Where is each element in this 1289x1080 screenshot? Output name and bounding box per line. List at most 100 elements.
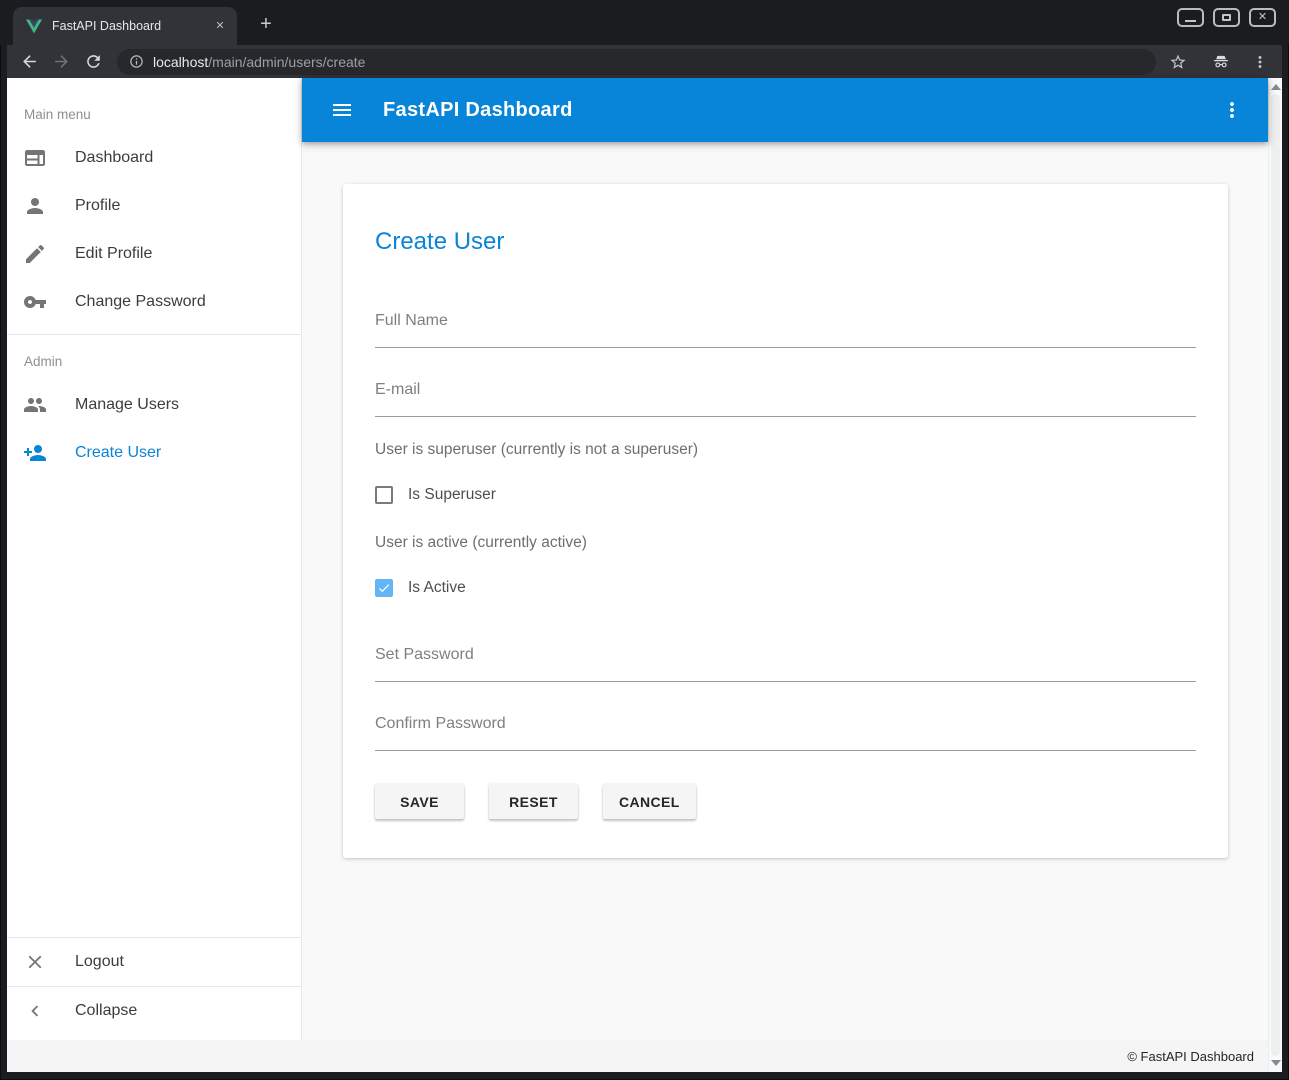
vue-favicon-icon — [26, 19, 42, 34]
reset-button[interactable]: RESET — [489, 784, 578, 819]
confirm-password-input[interactable] — [375, 715, 1196, 751]
site-info-icon[interactable] — [129, 54, 144, 69]
cancel-button[interactable]: CANCEL — [603, 784, 696, 819]
page-content: Create User User is superuser (currently… — [302, 142, 1268, 1040]
form-actions: SAVE RESET CANCEL — [375, 784, 1196, 819]
new-tab-button[interactable]: + — [253, 12, 279, 38]
is-superuser-checkbox-row[interactable]: Is Superuser — [375, 486, 1196, 504]
full-name-field — [375, 312, 1196, 348]
app-body: Main menu Dashboard Profile — [7, 78, 1268, 1040]
sidebar-item-collapse[interactable]: Collapse — [7, 987, 301, 1035]
reload-button[interactable] — [80, 49, 106, 75]
star-icon — [1169, 53, 1187, 71]
superuser-hint: User is superuser (currently is not a su… — [375, 441, 1196, 459]
sidebar-item-dashboard[interactable]: Dashboard — [7, 134, 301, 182]
key-icon — [23, 290, 47, 314]
forward-button[interactable] — [48, 49, 74, 75]
chevron-left-icon — [24, 1000, 46, 1022]
url-path: /main/admin/users/create — [208, 54, 365, 70]
email-field — [375, 381, 1196, 417]
url-bar[interactable]: localhost/main/admin/users/create — [117, 49, 1156, 75]
is-superuser-checkbox[interactable] — [375, 486, 393, 504]
sidebar-item-label: Logout — [75, 953, 124, 971]
appbar-menu-button[interactable] — [1220, 98, 1244, 122]
sidebar-item-label: Change Password — [75, 293, 206, 311]
sidebar-item-label: Create User — [75, 444, 161, 462]
person-add-icon — [23, 441, 47, 465]
pencil-icon — [23, 242, 47, 266]
browser-window: FastAPI Dashboard ✕ + ✕ localhost/main/a… — [0, 0, 1289, 1080]
person-icon — [23, 194, 47, 218]
sidebar-item-logout[interactable]: Logout — [7, 938, 301, 986]
save-button[interactable]: SAVE — [375, 784, 464, 819]
sidebar-item-profile[interactable]: Profile — [7, 182, 301, 230]
is-active-checkbox-row[interactable]: Is Active — [375, 579, 1196, 597]
sidebar: Main menu Dashboard Profile — [7, 78, 302, 1040]
maximize-button[interactable] — [1213, 8, 1240, 27]
check-icon — [377, 580, 391, 596]
active-hint: User is active (currently active) — [375, 534, 1196, 552]
confirm-password-field — [375, 715, 1196, 751]
tab-close-icon[interactable]: ✕ — [211, 17, 229, 35]
sidebar-item-label: Dashboard — [75, 149, 153, 167]
page-title: Create User — [375, 228, 1196, 256]
maximize-icon — [1222, 14, 1231, 21]
browser-tab[interactable]: FastAPI Dashboard ✕ — [13, 7, 237, 45]
sidebar-item-change-password[interactable]: Change Password — [7, 278, 301, 326]
email-input[interactable] — [375, 381, 1196, 417]
is-active-label: Is Active — [408, 579, 466, 597]
footer-copyright: © FastAPI Dashboard — [1127, 1049, 1254, 1064]
close-icon — [24, 951, 46, 973]
browser-toolbar: localhost/main/admin/users/create — [7, 45, 1282, 78]
hamburger-menu-button[interactable] — [330, 98, 354, 122]
scrollbar-up-arrow-icon[interactable] — [1271, 84, 1281, 90]
toolbar-actions — [1162, 49, 1276, 75]
forward-arrow-icon — [52, 52, 71, 71]
minimize-button[interactable] — [1177, 8, 1204, 27]
browser-menu-button[interactable] — [1247, 49, 1273, 75]
page-scrollbar[interactable] — [1268, 78, 1282, 1072]
set-password-field — [375, 646, 1196, 682]
dots-vertical-icon — [1251, 53, 1269, 71]
create-user-card: Create User User is superuser (currently… — [343, 184, 1228, 858]
group-icon — [23, 393, 47, 417]
sidebar-section-admin: Admin — [7, 341, 301, 381]
scrollbar-down-arrow-icon[interactable] — [1271, 1060, 1281, 1066]
scrollbar-thumb[interactable] — [1271, 94, 1280, 1056]
url-text: localhost/main/admin/users/create — [153, 54, 365, 70]
sidebar-bottom: Logout Collapse — [7, 937, 301, 1040]
sidebar-item-edit-profile[interactable]: Edit Profile — [7, 230, 301, 278]
reload-icon — [84, 52, 103, 71]
minimize-icon — [1185, 20, 1196, 22]
back-arrow-icon — [20, 52, 39, 71]
main-area: FastAPI Dashboard Create User — [302, 78, 1268, 1040]
browser-titlebar: FastAPI Dashboard ✕ + ✕ — [0, 0, 1289, 45]
sidebar-item-label: Edit Profile — [75, 245, 152, 263]
sidebar-item-label: Manage Users — [75, 396, 179, 414]
back-button[interactable] — [16, 49, 42, 75]
sidebar-item-manage-users[interactable]: Manage Users — [7, 381, 301, 429]
sidebar-divider — [7, 334, 301, 335]
incognito-badge — [1208, 49, 1234, 75]
app-footer: © FastAPI Dashboard — [7, 1040, 1268, 1072]
tab-title: FastAPI Dashboard — [52, 19, 211, 33]
hamburger-icon — [330, 98, 354, 122]
window-controls: ✕ — [1177, 8, 1276, 27]
sidebar-item-label: Profile — [75, 197, 120, 215]
sidebar-item-create-user[interactable]: Create User — [7, 429, 301, 477]
app-page: Main menu Dashboard Profile — [7, 78, 1268, 1072]
close-window-button[interactable]: ✕ — [1249, 8, 1276, 27]
page-viewport: Main menu Dashboard Profile — [7, 78, 1282, 1072]
incognito-icon — [1212, 53, 1230, 71]
sidebar-section-main-menu: Main menu — [7, 94, 301, 134]
dots-vertical-icon — [1220, 98, 1244, 122]
full-name-input[interactable] — [375, 312, 1196, 348]
dashboard-icon — [23, 146, 47, 170]
bookmark-button[interactable] — [1165, 49, 1191, 75]
url-host: localhost — [153, 54, 208, 70]
appbar-title: FastAPI Dashboard — [383, 99, 573, 122]
is-superuser-label: Is Superuser — [408, 486, 496, 504]
is-active-checkbox[interactable] — [375, 579, 393, 597]
set-password-input[interactable] — [375, 646, 1196, 682]
close-window-icon: ✕ — [1258, 12, 1267, 23]
